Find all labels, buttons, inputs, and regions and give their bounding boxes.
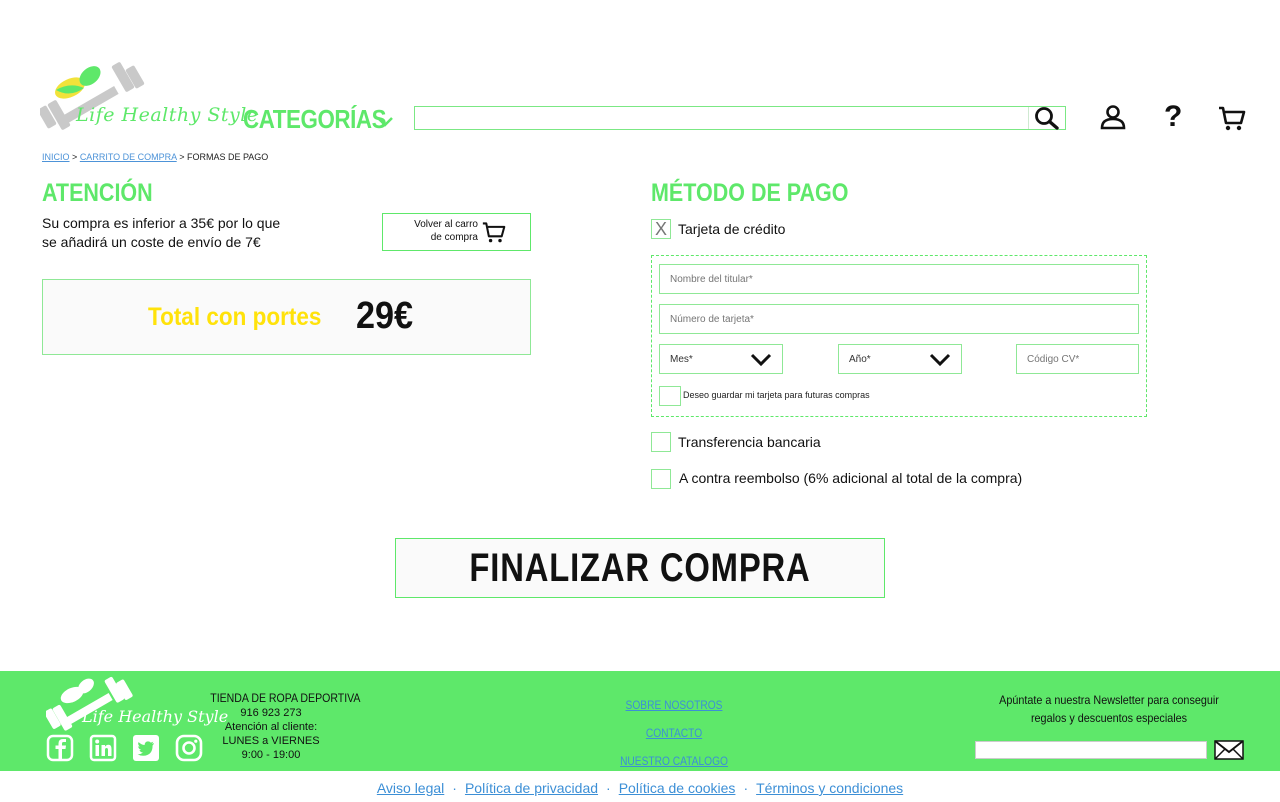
cash-on-delivery-label: A contra reembolso (6% adicional al tota… bbox=[679, 470, 1023, 486]
chevron-down-icon bbox=[929, 353, 951, 367]
store-phone: 916 923 273 bbox=[240, 707, 302, 719]
month-select[interactable]: Mes* bbox=[659, 344, 783, 374]
attention-line-1: Su compra es inferior a 35€ por lo que bbox=[42, 215, 281, 231]
categories-menu[interactable]: CATEGORÍAS bbox=[243, 104, 387, 135]
store-info: TIENDA DE ROPA DEPORTIVA 916 923 273 Ate… bbox=[200, 691, 360, 762]
search-bar bbox=[414, 106, 1066, 130]
facebook-icon[interactable] bbox=[46, 734, 74, 762]
year-select[interactable]: Año* bbox=[838, 344, 962, 374]
cvv-input[interactable] bbox=[1016, 344, 1139, 374]
back-to-cart-line-2: de compra bbox=[430, 232, 478, 243]
footer-links: SOBRE NOSOTROS CONTACTO NUESTRO CATALOGO bbox=[560, 691, 788, 775]
attention-line-2: se añadirá un coste de envío de 7€ bbox=[42, 234, 261, 250]
store-days: LUNES a VIERNES bbox=[222, 735, 320, 747]
total-box: Total con portes 29€ bbox=[42, 279, 531, 355]
back-to-cart-line-1: Volver al carro bbox=[414, 219, 478, 230]
attention-title: ATENCIÓN bbox=[42, 179, 153, 207]
newsletter-email-input[interactable] bbox=[975, 741, 1207, 759]
store-name: TIENDA DE ROPA DEPORTIVA bbox=[210, 691, 361, 705]
logo-text: Life Healthy Style bbox=[76, 104, 259, 126]
bank-transfer-checkbox[interactable] bbox=[651, 432, 671, 452]
newsletter-text: Apúntate a nuestra Newsletter para conse… bbox=[988, 691, 1229, 727]
cash-on-delivery-checkbox[interactable] bbox=[651, 469, 671, 489]
chevron-down-icon[interactable] bbox=[376, 116, 394, 128]
legal-cookies-link[interactable]: Política de cookies bbox=[619, 780, 736, 796]
footer-link-catalogo[interactable]: NUESTRO CATALOGO bbox=[577, 747, 771, 775]
attention-message: Su compra es inferior a 35€ por lo que s… bbox=[42, 214, 322, 252]
bank-transfer-label: Transferencia bancaria bbox=[678, 434, 821, 450]
search-button[interactable] bbox=[1028, 107, 1065, 130]
footer-link-sobre-nosotros[interactable]: SOBRE NOSOTROS bbox=[577, 691, 771, 719]
store-hours: 9:00 - 19:00 bbox=[241, 749, 301, 761]
search-icon bbox=[1035, 107, 1059, 130]
legal-separator: · bbox=[606, 780, 611, 796]
finalize-purchase-label: FINALIZAR COMPRA bbox=[469, 545, 811, 590]
credit-card-checkbox[interactable]: X bbox=[651, 219, 671, 239]
finalize-purchase-button[interactable]: FINALIZAR COMPRA bbox=[395, 538, 885, 598]
mail-icon[interactable] bbox=[1214, 740, 1244, 760]
total-label: Total con portes bbox=[148, 303, 322, 331]
newsletter-line-2: regalos y descuentos especiales bbox=[1030, 711, 1188, 725]
newsletter-line-1: Apúntate a nuestra Newsletter para conse… bbox=[999, 693, 1219, 707]
back-to-cart-button[interactable]: Volver al carro de compra bbox=[382, 213, 531, 251]
social-links bbox=[46, 734, 203, 762]
payment-method-title: MÉTODO DE PAGO bbox=[651, 179, 849, 207]
cart-icon[interactable] bbox=[1218, 104, 1246, 132]
card-number-input[interactable] bbox=[659, 304, 1139, 334]
legal-separator: · bbox=[452, 780, 457, 796]
legal-terminos-link[interactable]: Términos y condiciones bbox=[756, 780, 903, 796]
back-to-cart-label: Volver al carro de compra bbox=[398, 218, 478, 244]
instagram-icon[interactable] bbox=[175, 734, 203, 762]
legal-aviso-link[interactable]: Aviso legal bbox=[377, 780, 444, 796]
chevron-down-icon bbox=[750, 353, 772, 367]
save-card-checkbox[interactable] bbox=[659, 386, 681, 406]
cart-icon bbox=[482, 222, 506, 243]
card-details-panel: Mes* Año* Deseo guardar mi tarjeta para … bbox=[651, 255, 1147, 417]
footer: Life Healthy Style TIENDA DE ROPA DEPORT… bbox=[0, 671, 1280, 771]
total-value: 29€ bbox=[356, 295, 414, 337]
breadcrumb-separator: > bbox=[179, 152, 185, 162]
help-icon[interactable]: ? bbox=[1164, 100, 1182, 134]
save-card-label: Deseo guardar mi tarjeta para futuras co… bbox=[683, 390, 870, 400]
search-input[interactable] bbox=[415, 107, 1042, 129]
footer-link-contacto[interactable]: CONTACTO bbox=[577, 719, 771, 747]
legal-separator: · bbox=[743, 780, 749, 796]
breadcrumb-inicio[interactable]: INICIO bbox=[42, 152, 70, 162]
breadcrumb: INICIO > CARRITO DE COMPRA > FORMAS DE P… bbox=[42, 152, 268, 162]
month-select-value: Mes* bbox=[670, 354, 693, 365]
cardholder-name-input[interactable] bbox=[659, 264, 1139, 294]
legal-privacidad-link[interactable]: Política de privacidad bbox=[465, 780, 598, 796]
store-attention: Atención al cliente: bbox=[224, 721, 318, 733]
legal-links: Aviso legal · Política de privacidad · Polít… bbox=[0, 780, 1280, 796]
user-icon[interactable] bbox=[1100, 104, 1126, 130]
breadcrumb-current: FORMAS DE PAGO bbox=[186, 152, 269, 162]
linkedin-icon[interactable] bbox=[89, 734, 117, 762]
twitter-icon[interactable] bbox=[132, 734, 160, 762]
breadcrumb-carrito[interactable]: CARRITO DE COMPRA bbox=[80, 152, 177, 162]
breadcrumb-separator: > bbox=[72, 152, 78, 162]
year-select-value: Año* bbox=[849, 354, 871, 365]
credit-card-label: Tarjeta de crédito bbox=[678, 221, 786, 237]
